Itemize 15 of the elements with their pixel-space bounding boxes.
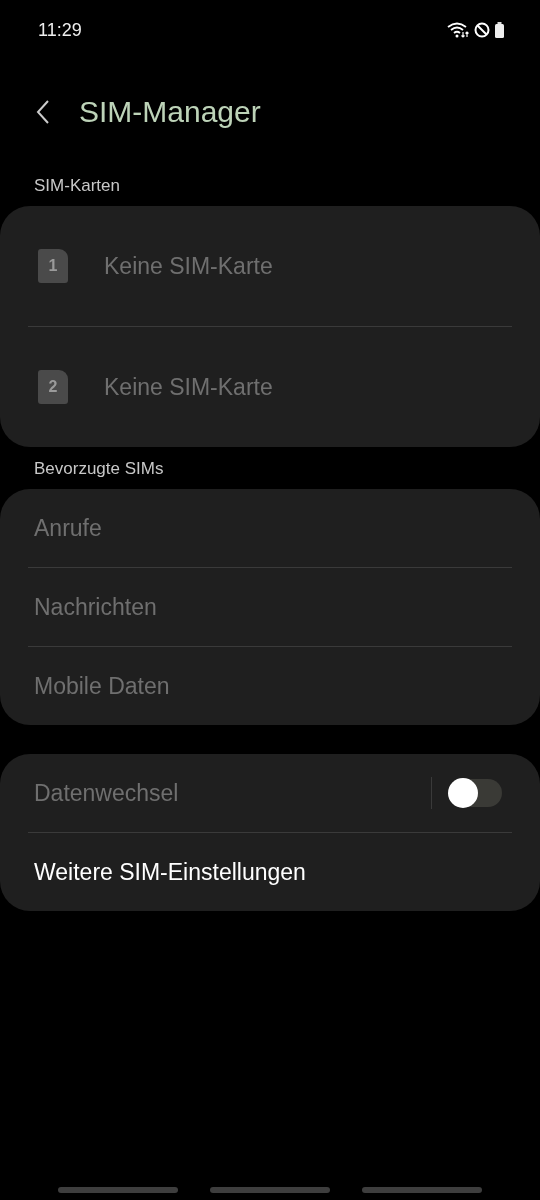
sim-card-icon: 2: [38, 370, 68, 404]
status-time: 11:29: [38, 19, 82, 41]
page-title: SIM-Manager: [79, 95, 261, 129]
navigation-bar[interactable]: [58, 1187, 178, 1193]
sim-card-icon: 1: [38, 249, 68, 283]
navigation-bar[interactable]: [362, 1187, 482, 1193]
section-header: SIM-Karten: [33, 175, 121, 197]
setting-label: Datenwechsel: [34, 779, 180, 807]
navigation-bar[interactable]: [210, 1187, 330, 1193]
battery-icon: [495, 22, 504, 38]
settings-item[interactable]: Weitere SIM-Einstellungen: [28, 833, 512, 911]
section-header: Bevorzugte SIMs: [33, 458, 165, 480]
back-button[interactable]: [36, 98, 52, 126]
do-not-disturb-icon: [474, 22, 490, 38]
wifi-icon: [447, 22, 469, 38]
